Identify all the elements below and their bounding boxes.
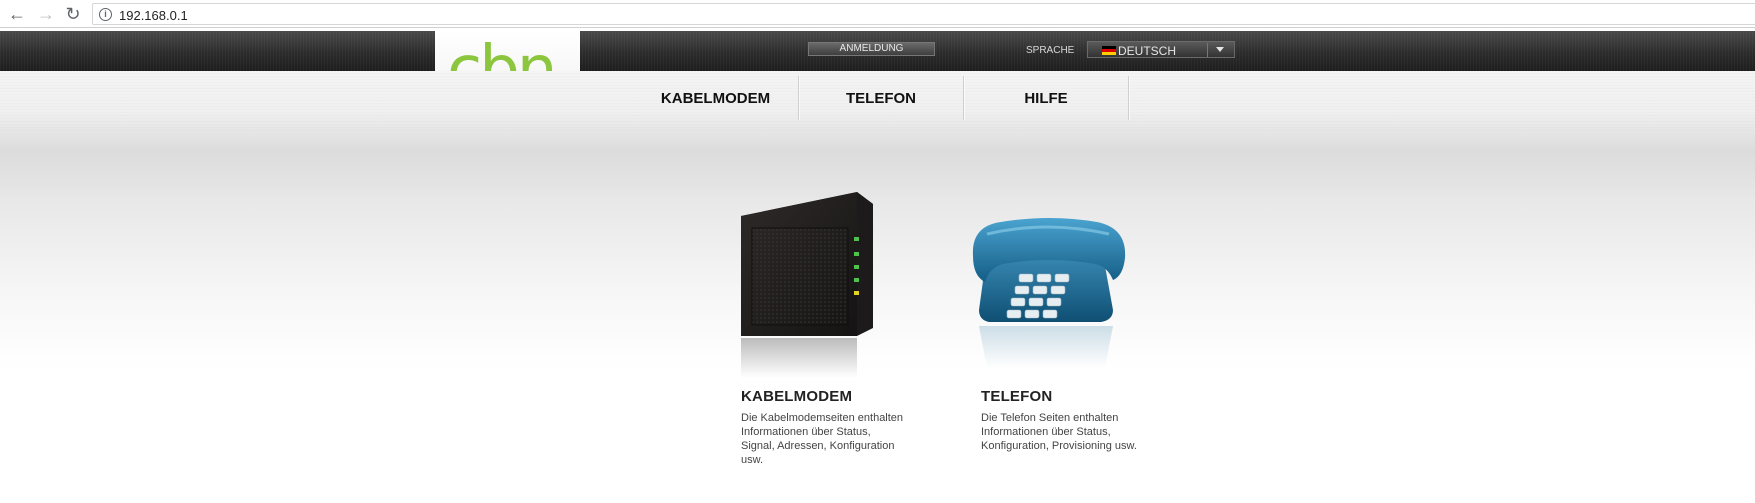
card-description-telefon: Die Telefon Seiten enthalten Information… (981, 411, 1161, 453)
nav-divider (1128, 76, 1129, 120)
nav-item-telefon[interactable]: TELEFON (799, 76, 963, 120)
card-description-line: usw. (741, 454, 764, 466)
card-description-line: Die Kabelmodemseiten enthalten (741, 412, 904, 424)
card-description-kabelmodem: Die Kabelmodemseiten enthalten Informati… (741, 411, 911, 467)
card-description-line: Informationen über Status, (741, 426, 871, 438)
german-flag-icon (1102, 46, 1116, 55)
browser-toolbar: ← → ↻ i 192.168.0.1 (0, 0, 1755, 28)
card-description-line: Konfiguration, Provisioning usw. (981, 440, 1137, 452)
language-select[interactable]: DEUTSCH (1087, 41, 1235, 58)
login-button[interactable]: ANMELDUNG (808, 42, 935, 56)
arrow-left-icon[interactable]: ← (6, 3, 28, 25)
arrow-right-icon[interactable]: → (35, 3, 57, 25)
language-value: DEUTSCH (1118, 44, 1177, 58)
reload-icon[interactable]: ↻ (62, 3, 84, 25)
card-description-line: Informationen über Status, (981, 426, 1111, 438)
card-description-line: Die Telefon Seiten enthalten (981, 412, 1119, 424)
telephone-icon[interactable] (967, 208, 1135, 370)
address-bar[interactable]: i 192.168.0.1 (92, 3, 1755, 25)
card-title-kabelmodem[interactable]: KABELMODEM (741, 388, 852, 405)
nav-item-hilfe[interactable]: HILFE (964, 76, 1128, 120)
cable-modem-icon[interactable] (735, 188, 885, 380)
select-divider (1207, 43, 1208, 57)
nav-item-kabelmodem[interactable]: KABELMODEM (633, 76, 798, 120)
language-label: SPRACHE (1026, 45, 1075, 56)
card-title-telefon[interactable]: TELEFON (981, 388, 1052, 405)
url-text[interactable]: 192.168.0.1 (119, 8, 188, 23)
chevron-down-icon[interactable] (1216, 47, 1224, 52)
info-icon[interactable]: i (99, 8, 112, 21)
card-description-line: Signal, Adressen, Konfiguration (741, 440, 895, 452)
